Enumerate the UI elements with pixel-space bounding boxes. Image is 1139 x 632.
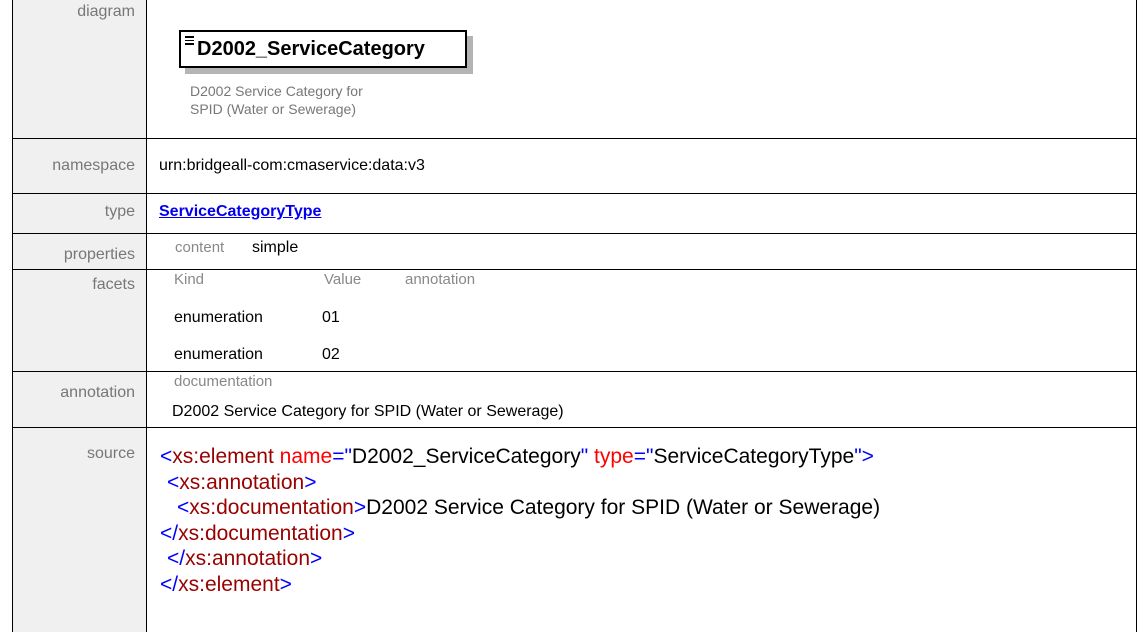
properties-label: properties xyxy=(13,234,147,269)
diagram-doc-line: D2002 Service Category for xyxy=(190,83,363,99)
facets-table: Kind Value annotation enumeration 01 enu… xyxy=(148,270,1136,371)
diagram-doc-line: SPID (Water or Sewerage) xyxy=(190,101,356,117)
facets-header-value: Value xyxy=(324,271,362,288)
source-row: source <xs:element name="D2002_ServiceCa… xyxy=(13,428,1136,632)
source-line: <xs:element name="D2002_ServiceCategory"… xyxy=(160,445,874,468)
annotation-heading: documentation xyxy=(174,373,273,390)
diagram-element-name: D2002_ServiceCategory xyxy=(197,38,425,60)
element-diagram-box[interactable]: D2002_ServiceCategory xyxy=(179,30,473,74)
diagram-element[interactable]: D2002_ServiceCategory xyxy=(179,30,467,68)
diagram-row: diagram D2002_ServiceCategory D2002 Serv… xyxy=(13,0,1136,139)
diagram-cell: D2002_ServiceCategory D2002 Service Cate… xyxy=(148,0,1136,138)
facets-row: facets Kind Value annotation enumeration… xyxy=(13,270,1136,372)
type-label: type xyxy=(13,194,147,233)
namespace-row: namespace urn:bridgeall-com:cmaservice:d… xyxy=(13,139,1136,194)
properties-value: simple xyxy=(252,239,299,256)
facets-header-kind: Kind xyxy=(174,271,205,288)
source-line: </xs:annotation> xyxy=(167,547,323,570)
source-code: <xs:element name="D2002_ServiceCategory"… xyxy=(148,428,1136,632)
source-label: source xyxy=(13,428,147,632)
annotation-text: D2002 Service Category for SPID (Water o… xyxy=(172,403,564,420)
properties-row: properties content simple xyxy=(13,234,1136,270)
facets-label: facets xyxy=(13,270,147,371)
facet-kind: enumeration xyxy=(174,309,263,326)
annotation-row: annotation documentation D2002 Service C… xyxy=(13,372,1136,428)
facet-kind: enumeration xyxy=(174,346,263,363)
diagram-label: diagram xyxy=(13,0,147,138)
source-line: <xs:annotation> xyxy=(167,470,317,494)
type-link[interactable]: ServiceCategoryType xyxy=(159,203,321,220)
facet-value: 02 xyxy=(322,346,340,363)
namespace-value: urn:bridgeall-com:cmaservice:data:v3 xyxy=(159,157,425,174)
diagram-documentation: D2002 Service Category for SPID (Water o… xyxy=(190,82,363,118)
source-line: <xs:documentation>D2002 Service Category… xyxy=(177,496,881,519)
properties-key: content xyxy=(175,239,225,256)
namespace-label: namespace xyxy=(13,139,147,193)
schema-doc-table: diagram D2002_ServiceCategory D2002 Serv… xyxy=(12,0,1137,632)
facets-header-annotation: annotation xyxy=(405,271,476,288)
source-line: </xs:documentation> xyxy=(160,521,355,545)
annotation-label: annotation xyxy=(13,372,147,427)
facet-value: 01 xyxy=(322,309,340,326)
type-row: type ServiceCategoryType xyxy=(13,194,1136,234)
element-lines-icon xyxy=(185,36,194,47)
source-line: </xs:element> xyxy=(160,572,292,596)
